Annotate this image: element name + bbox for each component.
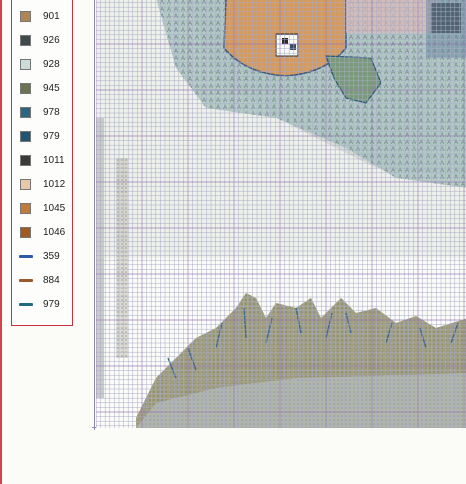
legend-label: 979 bbox=[43, 299, 60, 310]
legend-label: 1012 bbox=[43, 179, 66, 190]
legend-label: 1011 bbox=[43, 155, 65, 166]
legend-item-6: 1011 bbox=[12, 154, 74, 168]
color-swatch-icon bbox=[20, 203, 31, 214]
legend-label: 1046 bbox=[43, 227, 66, 238]
backstitch-line-icon bbox=[19, 279, 33, 282]
legend-item-3: 945 bbox=[12, 82, 74, 96]
backstitch-line-icon bbox=[19, 303, 33, 306]
legend-label: 884 bbox=[43, 275, 60, 286]
color-swatch-icon bbox=[20, 59, 31, 70]
legend-item-2: 928 bbox=[12, 58, 74, 72]
legend-item-1: 926 bbox=[12, 34, 74, 48]
color-swatch-icon bbox=[20, 131, 31, 142]
legend-item-5: 979 bbox=[12, 130, 74, 144]
color-swatch-icon bbox=[20, 35, 31, 46]
legend-item-8: 1045 bbox=[12, 202, 74, 216]
legend-label: 978 bbox=[43, 107, 60, 118]
legend-item-9: 1046 bbox=[12, 226, 74, 240]
legend-label: 359 bbox=[43, 251, 60, 262]
legend-item-7: 1012 bbox=[12, 178, 74, 192]
color-swatch-icon bbox=[20, 155, 31, 166]
legend-item-12: 979 bbox=[12, 298, 74, 312]
page-edge-line bbox=[0, 0, 2, 484]
color-swatch-icon bbox=[20, 107, 31, 118]
legend-label: 901 bbox=[43, 11, 60, 22]
color-swatch-icon bbox=[20, 179, 31, 190]
color-swatch-icon bbox=[20, 11, 31, 22]
legend-item-0: 901 bbox=[12, 10, 74, 24]
color-swatch-icon bbox=[20, 227, 31, 238]
legend-label: 979 bbox=[43, 131, 60, 142]
legend-label: 1045 bbox=[43, 203, 66, 214]
backstitch-line-icon bbox=[19, 255, 33, 258]
color-swatch-icon bbox=[20, 83, 31, 94]
legend-item-4: 978 bbox=[12, 106, 74, 120]
chart-left-border bbox=[94, 0, 95, 430]
legend-item-10: 359 bbox=[12, 250, 74, 264]
cross-stitch-chart: A bbox=[96, 0, 466, 428]
legend-label: 945 bbox=[43, 83, 60, 94]
legend-label: 926 bbox=[43, 35, 60, 46]
color-key-legend: 901 926 928 945 978 979 1011 1012 1045 1046 359 884… bbox=[11, 0, 73, 326]
legend-label: 928 bbox=[43, 59, 60, 70]
legend-item-11: 884 bbox=[12, 274, 74, 288]
